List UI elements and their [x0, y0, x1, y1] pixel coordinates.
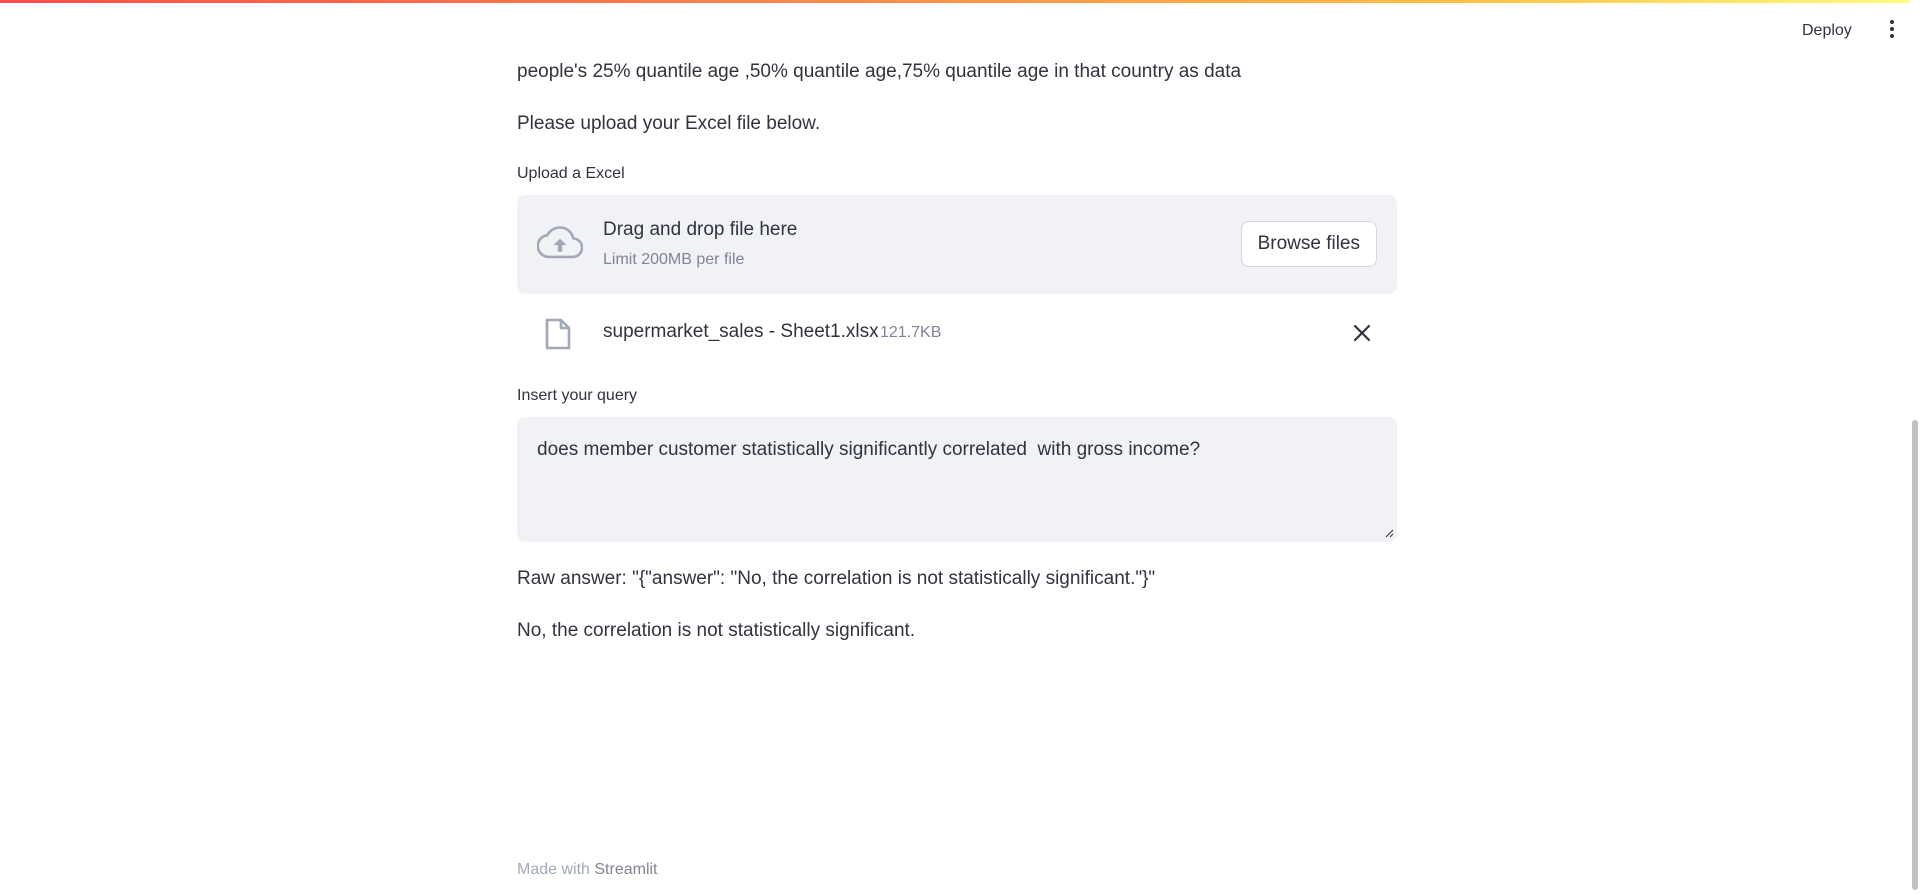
app-header: Deploy — [0, 0, 1920, 60]
query-input[interactable]: does member customer statistically signi… — [517, 417, 1397, 542]
more-vertical-icon[interactable] — [1884, 20, 1900, 44]
upload-label: Upload a Excel — [517, 165, 625, 182]
scrollbar-thumb[interactable] — [1912, 420, 1918, 890]
file-dropzone[interactable]: Drag and drop file here Limit 200MB per … — [517, 195, 1397, 294]
deploy-button[interactable]: Deploy — [1796, 18, 1858, 44]
resize-grip-icon[interactable] — [1384, 528, 1394, 538]
close-icon[interactable] — [1351, 322, 1373, 344]
dropzone-limit: Limit 200MB per file — [603, 251, 745, 268]
intro-text: people's 25% quantile age ,50% quantile … — [517, 61, 1242, 82]
dropzone-title: Drag and drop file here — [603, 219, 798, 240]
uploaded-file-row: supermarket_sales - Sheet1.xlsx 121.7KB — [517, 308, 1397, 358]
footer-prefix: Made with — [517, 861, 595, 878]
upload-prompt-text: Please upload your Excel file below. — [517, 113, 821, 134]
uploaded-file-name: supermarket_sales - Sheet1.xlsx — [603, 321, 879, 342]
query-label: Insert your query — [517, 387, 638, 404]
uploaded-file-size: 121.7KB — [880, 324, 942, 341]
raw-answer-text: Raw answer: "{"answer": "No, the correla… — [517, 568, 1156, 589]
streamlit-link[interactable]: Streamlit — [594, 861, 657, 878]
browse-files-button[interactable]: Browse files — [1240, 221, 1377, 267]
cloud-upload-icon — [537, 226, 583, 259]
file-icon — [545, 318, 571, 350]
footer: Made with Streamlit — [517, 861, 658, 879]
scrollbar[interactable] — [1910, 0, 1920, 895]
answer-text: No, the correlation is not statistically… — [517, 620, 916, 641]
